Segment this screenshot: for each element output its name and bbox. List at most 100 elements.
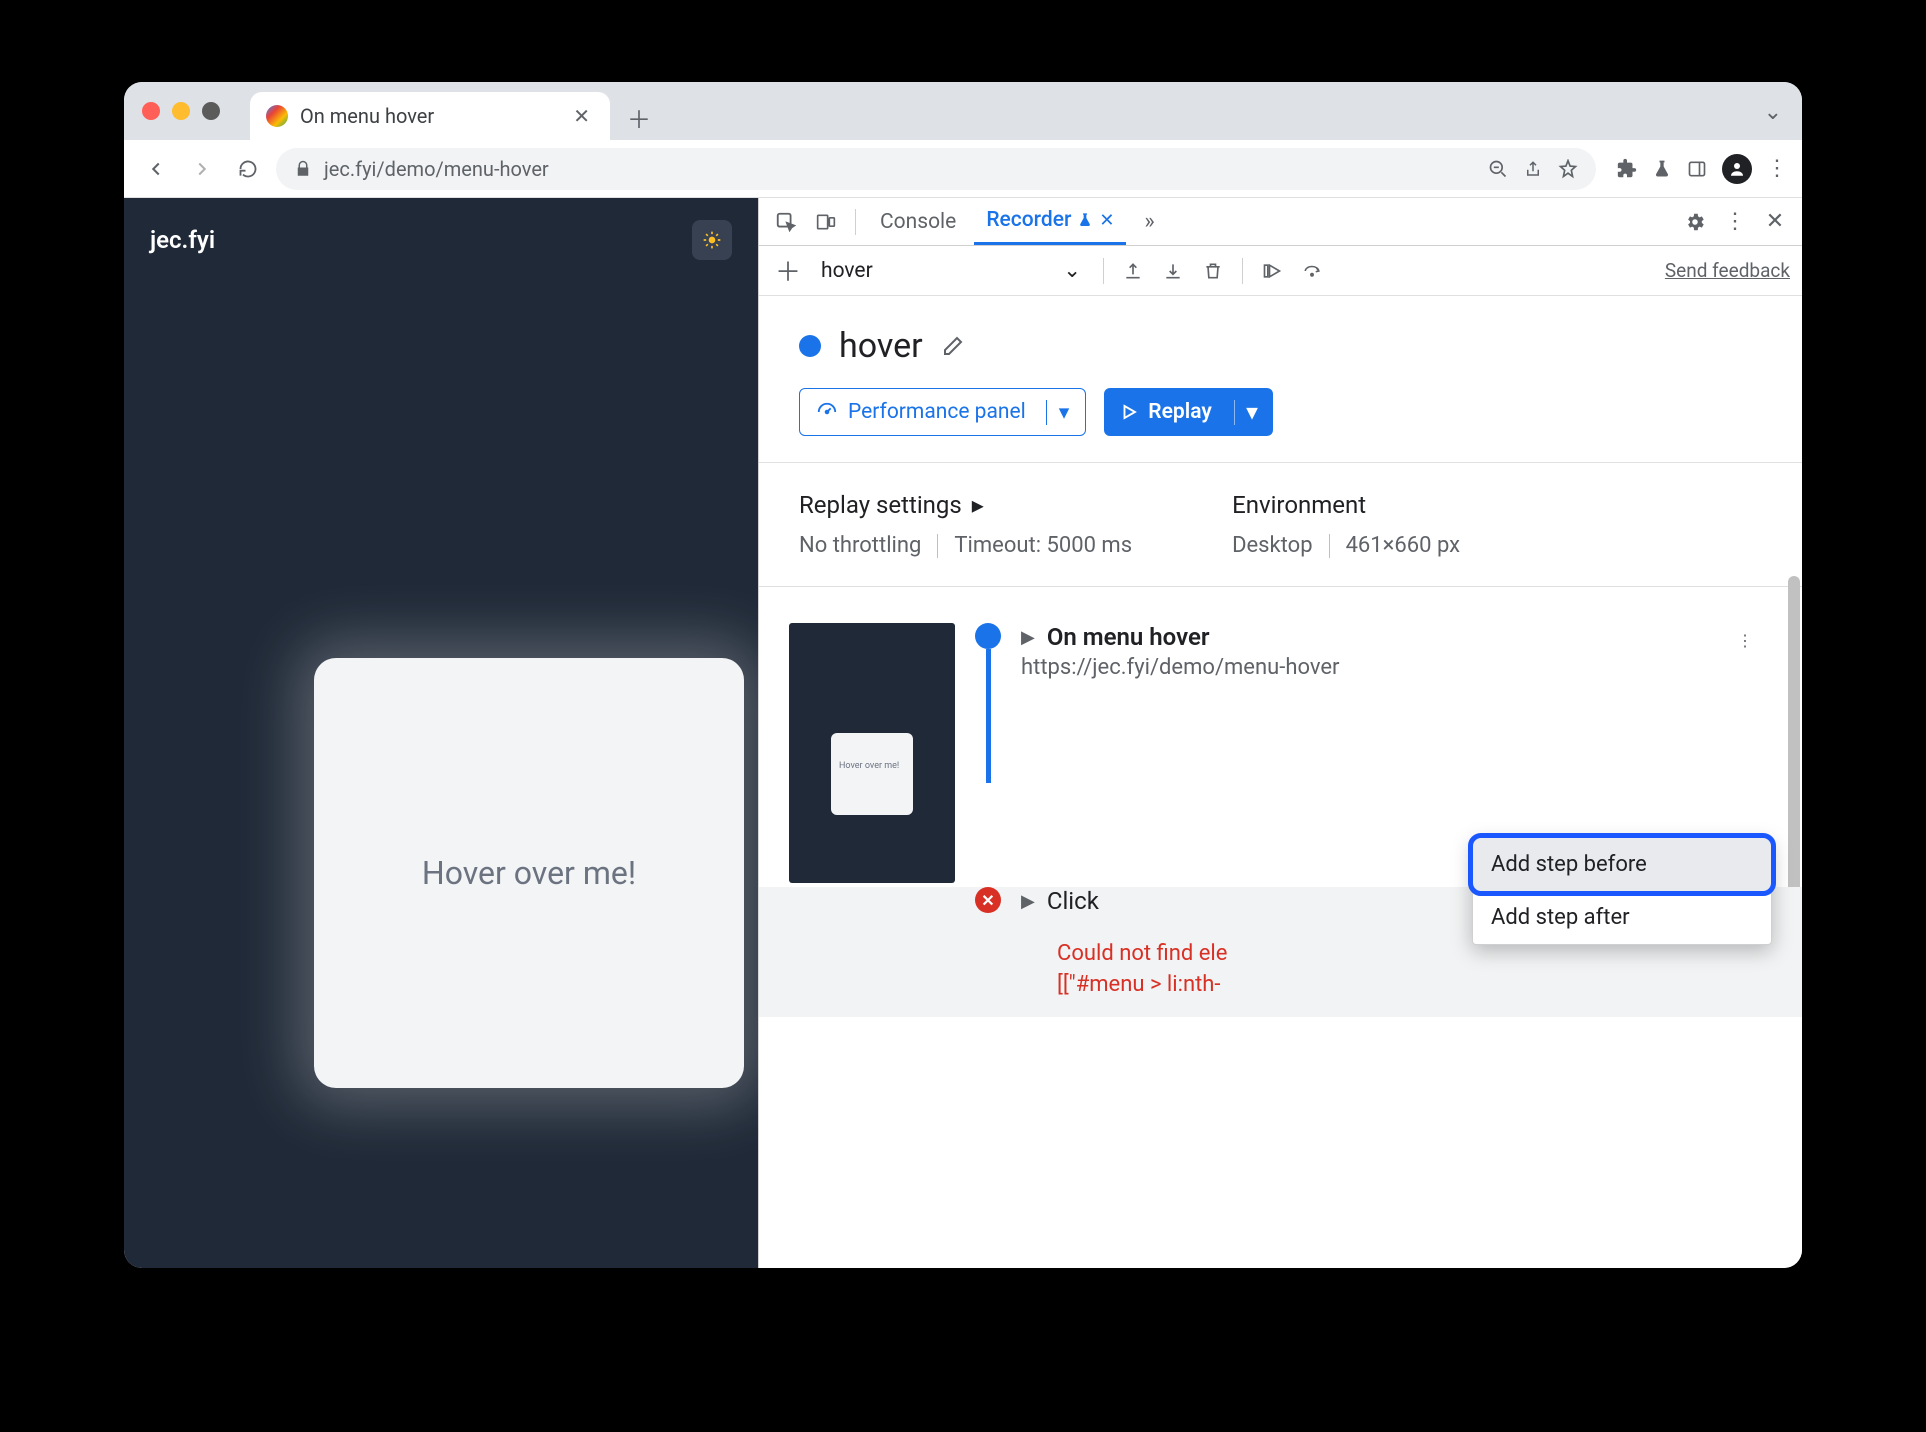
inspect-element-icon[interactable] (769, 205, 803, 239)
omnibox-actions (1488, 159, 1578, 179)
zoom-out-icon[interactable] (1488, 159, 1508, 179)
recording-selector-value: hover (821, 259, 873, 283)
settings-block: Replay settings ▸ No throttling Timeout:… (759, 462, 1802, 587)
recording-status-dot-icon (799, 335, 821, 357)
device-toggle-icon[interactable] (809, 205, 843, 239)
timeline: ✕ (973, 887, 1003, 927)
page-viewport: jec.fyi Hover over me! (124, 198, 758, 1268)
theme-toggle-button[interactable] (692, 220, 732, 260)
new-tab-button[interactable]: ＋ (622, 100, 656, 134)
ctx-add-step-after[interactable]: Add step after (1473, 891, 1771, 944)
tab-title: On menu hover (300, 104, 557, 128)
delete-icon[interactable] (1196, 254, 1230, 288)
more-tabs-icon[interactable]: » (1132, 205, 1166, 239)
recorder-body: hover Performance panel ▾ Replay ▾ (759, 296, 1802, 1268)
maximize-window-icon[interactable] (202, 102, 220, 120)
chevron-down-icon: ⌄ (1063, 258, 1081, 283)
tab-console[interactable]: Console (868, 200, 968, 244)
tab-recorder[interactable]: Recorder ✕ (974, 198, 1126, 245)
profile-avatar-icon[interactable] (1722, 154, 1752, 184)
browser-window: On menu hover ✕ ＋ ⌄ jec.fyi/demo/menu-ho… (124, 82, 1802, 1268)
url-text: jec.fyi/demo/menu-hover (324, 157, 1476, 181)
play-icon (1120, 403, 1138, 421)
replay-settings-toggle[interactable]: Replay settings ▸ (799, 491, 1132, 519)
close-tab-icon[interactable]: ✕ (569, 104, 594, 128)
close-tab-icon[interactable]: ✕ (1099, 210, 1114, 231)
replay-label: Replay (1148, 400, 1211, 424)
separator (1329, 534, 1330, 558)
context-menu: Add step before Add step after (1472, 837, 1772, 945)
back-button[interactable] (138, 151, 174, 187)
step-url: https://jec.fyi/demo/menu-hover (1021, 655, 1710, 680)
gauge-icon (816, 401, 838, 423)
reload-button[interactable] (230, 151, 266, 187)
timeline (973, 623, 1003, 783)
expand-icon[interactable]: ▶ (1021, 627, 1035, 648)
window-controls (142, 82, 250, 140)
forward-button[interactable] (184, 151, 220, 187)
browser-tab[interactable]: On menu hover ✕ (250, 92, 610, 140)
timeline-node-icon (975, 623, 1001, 649)
step-menu-button[interactable]: ⋮ (1728, 623, 1762, 657)
favicon-icon (266, 105, 288, 127)
bookmark-star-icon[interactable] (1558, 159, 1578, 179)
devtools-menu-icon[interactable]: ⋮ (1718, 205, 1752, 239)
thumb-text: Hover over me! (839, 761, 899, 771)
viewport-value: 461×660 px (1346, 533, 1461, 558)
timeline-error-icon: ✕ (975, 887, 1001, 913)
close-window-icon[interactable] (142, 102, 160, 120)
edit-title-icon[interactable] (941, 334, 965, 358)
side-panel-icon[interactable] (1686, 159, 1708, 179)
recorder-actions: Performance panel ▾ Replay ▾ (759, 388, 1802, 462)
performance-panel-button[interactable]: Performance panel ▾ (799, 388, 1086, 436)
replay-settings-label: Replay settings (799, 491, 962, 519)
browser-toolbar: jec.fyi/demo/menu-hover ⋮ (124, 140, 1802, 198)
timeline-line (986, 649, 991, 783)
step-thumbnail: Hover over me! (789, 623, 955, 883)
environment-label: Environment (1232, 491, 1366, 519)
browser-menu-icon[interactable]: ⋮ (1766, 156, 1788, 181)
separator (937, 534, 938, 558)
expand-icon[interactable]: ▶ (1021, 891, 1035, 912)
replay-speed-icon[interactable] (1255, 254, 1289, 288)
recording-selector[interactable]: hover ⌄ (811, 253, 1091, 289)
replay-button[interactable]: Replay ▾ (1104, 388, 1273, 436)
import-icon[interactable] (1156, 254, 1190, 288)
performance-dropdown-icon[interactable]: ▾ (1046, 400, 1070, 425)
extensions-icon[interactable] (1616, 158, 1638, 180)
tab-strip: On menu hover ✕ ＋ ⌄ (124, 82, 1802, 140)
device-value: Desktop (1232, 533, 1313, 558)
recording-title: hover (839, 326, 923, 366)
address-bar[interactable]: jec.fyi/demo/menu-hover (276, 148, 1596, 190)
steps-list: Hover over me! ▶ On menu hover (759, 587, 1802, 1077)
recording-header: hover (759, 296, 1802, 388)
hover-card-text: Hover over me! (422, 854, 636, 892)
throttling-value: No throttling (799, 533, 921, 558)
performance-panel-label: Performance panel (848, 400, 1026, 424)
send-feedback-link[interactable]: Send feedback (1665, 259, 1790, 282)
content-area: jec.fyi Hover over me! Console (124, 198, 1802, 1268)
site-title: jec.fyi (150, 226, 215, 254)
share-icon[interactable] (1524, 159, 1542, 179)
devtools-panel: Console Recorder ✕ » ⋮ ✕ ＋ h (758, 198, 1802, 1268)
lock-icon (294, 160, 312, 178)
devtools-tabbar: Console Recorder ✕ » ⋮ ✕ (759, 198, 1802, 246)
recorder-toolbar: ＋ hover ⌄ Send feedback (759, 246, 1802, 296)
tab-recorder-label: Recorder (986, 208, 1071, 232)
caret-right-icon: ▸ (972, 491, 984, 519)
close-devtools-icon[interactable]: ✕ (1758, 205, 1792, 239)
ctx-add-step-before[interactable]: Add step before (1473, 838, 1771, 891)
hover-card[interactable]: Hover over me! (314, 658, 744, 1088)
tabs-dropdown-icon[interactable]: ⌄ (1764, 100, 1782, 125)
step-over-icon[interactable] (1295, 254, 1329, 288)
new-recording-button[interactable]: ＋ (771, 254, 805, 288)
replay-dropdown-icon[interactable]: ▾ (1234, 400, 1258, 425)
step-title: Click (1047, 887, 1099, 915)
timeout-value: Timeout: 5000 ms (954, 533, 1132, 558)
labs-flask-icon[interactable] (1652, 158, 1672, 180)
minimize-window-icon[interactable] (172, 102, 190, 120)
settings-gear-icon[interactable] (1678, 205, 1712, 239)
export-icon[interactable] (1116, 254, 1150, 288)
step-title: On menu hover (1047, 623, 1210, 651)
flask-icon (1077, 211, 1093, 229)
